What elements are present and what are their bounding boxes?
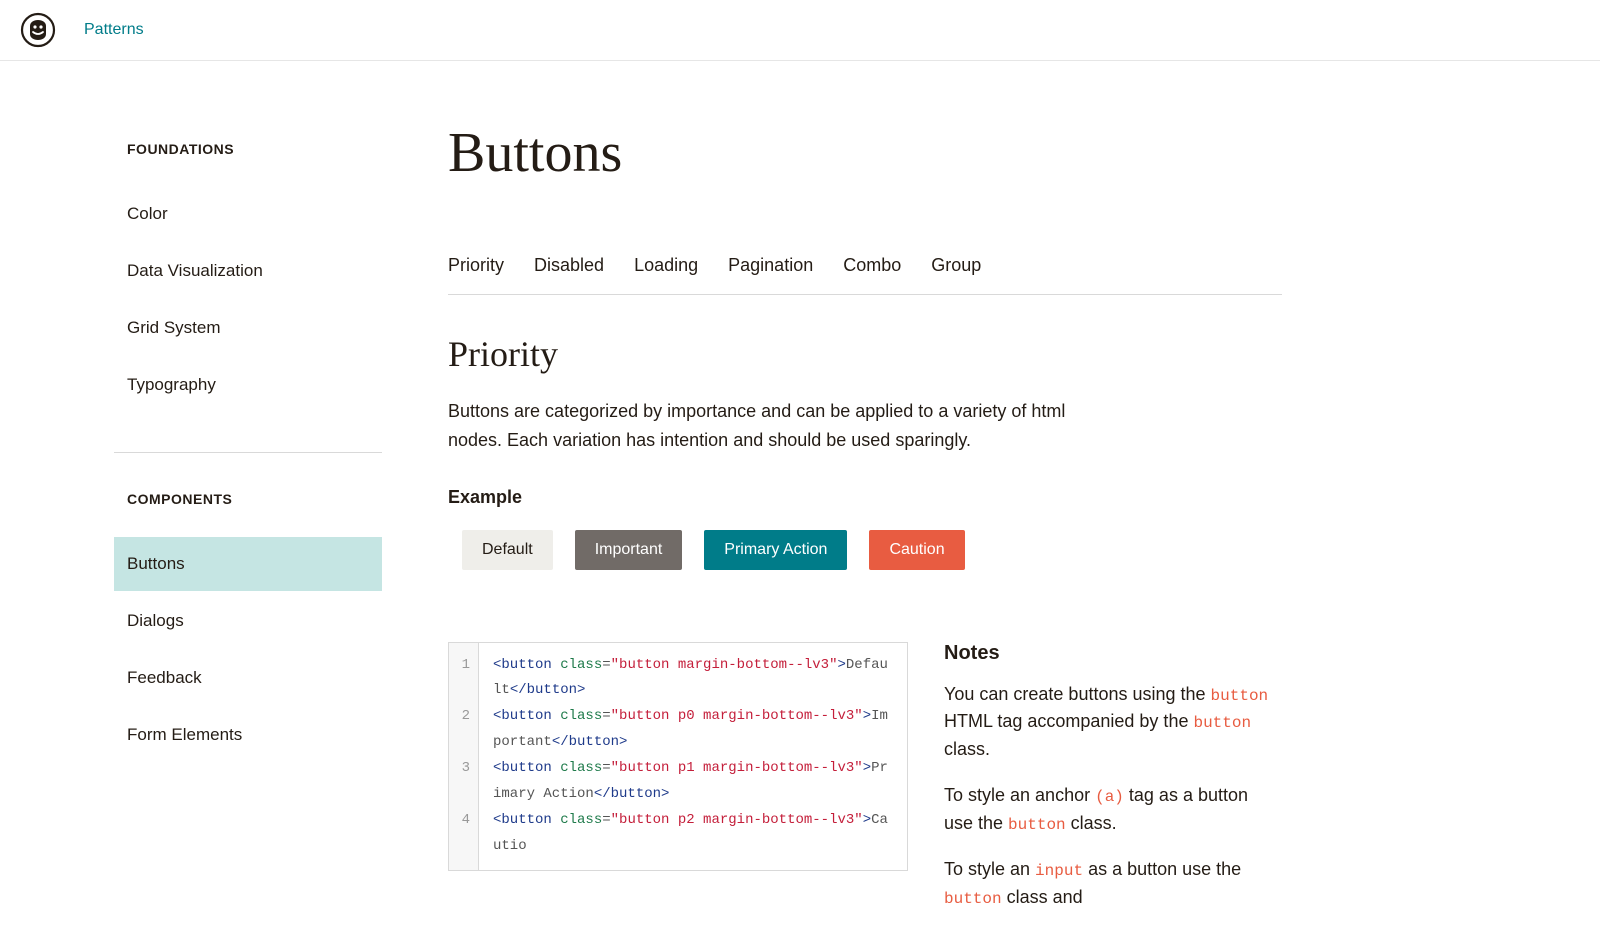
tab-group[interactable]: Group bbox=[931, 255, 981, 276]
inline-code-button: button bbox=[1008, 816, 1066, 834]
sidebar-item-form-elements[interactable]: Form Elements bbox=[114, 708, 382, 762]
notes-text: HTML tag accompanied by the bbox=[944, 711, 1193, 731]
code-gutter: 1234 bbox=[449, 643, 479, 870]
notes-text: To style an bbox=[944, 859, 1035, 879]
section-heading-priority: Priority bbox=[448, 333, 1282, 375]
sidebar-item-grid-system[interactable]: Grid System bbox=[114, 301, 382, 355]
code-lines: <button class="button margin-bottom--lv3… bbox=[479, 643, 907, 870]
notes-paragraph-2: To style an anchor (a) tag as a button u… bbox=[944, 782, 1282, 838]
notes-text: class. bbox=[944, 739, 990, 759]
notes-text: class and bbox=[1002, 887, 1083, 907]
logo[interactable] bbox=[20, 12, 56, 48]
site-link-patterns[interactable]: Patterns bbox=[84, 21, 144, 39]
code-block: 1234 <button class="button margin-bottom… bbox=[448, 642, 908, 871]
sidebar-item-feedback[interactable]: Feedback bbox=[114, 651, 382, 705]
sidebar-section-components: COMPONENTS Buttons Dialogs Feedback Form… bbox=[114, 491, 382, 762]
notes-text: class. bbox=[1066, 813, 1117, 833]
notes-text: You can create buttons using the bbox=[944, 684, 1211, 704]
notes-text: as a button use the bbox=[1083, 859, 1241, 879]
inline-code-anchor: (a) bbox=[1095, 788, 1124, 806]
sidebar-divider bbox=[114, 452, 382, 453]
default-button[interactable]: Default bbox=[462, 530, 553, 570]
notes-paragraph-3: To style an input as a button use the bu… bbox=[944, 856, 1282, 912]
sidebar-item-color[interactable]: Color bbox=[114, 187, 382, 241]
top-header: Patterns bbox=[0, 0, 1600, 61]
tab-combo[interactable]: Combo bbox=[843, 255, 901, 276]
caution-button[interactable]: Caution bbox=[869, 530, 964, 570]
section-description: Buttons are categorized by importance an… bbox=[448, 397, 1108, 455]
sidebar-list-foundations: Color Data Visualization Grid System Typ… bbox=[114, 187, 382, 412]
tab-priority[interactable]: Priority bbox=[448, 255, 504, 276]
main-content: Buttons Priority Disabled Loading Pagina… bbox=[382, 61, 1422, 930]
sidebar-list-components: Buttons Dialogs Feedback Form Elements bbox=[114, 537, 382, 762]
example-label: Example bbox=[448, 487, 1282, 508]
sidebar-heading-foundations: FOUNDATIONS bbox=[114, 141, 382, 157]
sidebar-item-data-visualization[interactable]: Data Visualization bbox=[114, 244, 382, 298]
notes-paragraph-1: You can create buttons using the button … bbox=[944, 681, 1282, 765]
inline-code-button: button bbox=[944, 890, 1002, 908]
code-notes-row: 1234 <button class="button margin-bottom… bbox=[448, 642, 1282, 930]
sidebar-item-typography[interactable]: Typography bbox=[114, 358, 382, 412]
inline-code-button: button bbox=[1211, 687, 1269, 705]
notes-heading: Notes bbox=[944, 642, 1282, 665]
sidebar-section-foundations: FOUNDATIONS Color Data Visualization Gri… bbox=[114, 141, 382, 412]
sidebar-heading-components: COMPONENTS bbox=[114, 491, 382, 507]
mailchimp-logo-icon bbox=[20, 12, 56, 48]
notes-text: To style an anchor bbox=[944, 785, 1095, 805]
important-button[interactable]: Important bbox=[575, 530, 683, 570]
example-button-row: Default Important Primary Action Caution bbox=[448, 530, 1282, 570]
inline-code-input: input bbox=[1035, 862, 1083, 880]
tab-disabled[interactable]: Disabled bbox=[534, 255, 604, 276]
sidebar-item-buttons[interactable]: Buttons bbox=[114, 537, 382, 591]
sidebar: FOUNDATIONS Color Data Visualization Gri… bbox=[0, 61, 382, 930]
notes-column: Notes You can create buttons using the b… bbox=[944, 642, 1282, 930]
sidebar-item-dialogs[interactable]: Dialogs bbox=[114, 594, 382, 648]
primary-action-button[interactable]: Primary Action bbox=[704, 530, 847, 570]
inline-code-button: button bbox=[1193, 714, 1251, 732]
layout: FOUNDATIONS Color Data Visualization Gri… bbox=[0, 61, 1600, 930]
tabs: Priority Disabled Loading Pagination Com… bbox=[448, 255, 1282, 295]
page-title: Buttons bbox=[448, 121, 1282, 185]
tab-loading[interactable]: Loading bbox=[634, 255, 698, 276]
tab-pagination[interactable]: Pagination bbox=[728, 255, 813, 276]
